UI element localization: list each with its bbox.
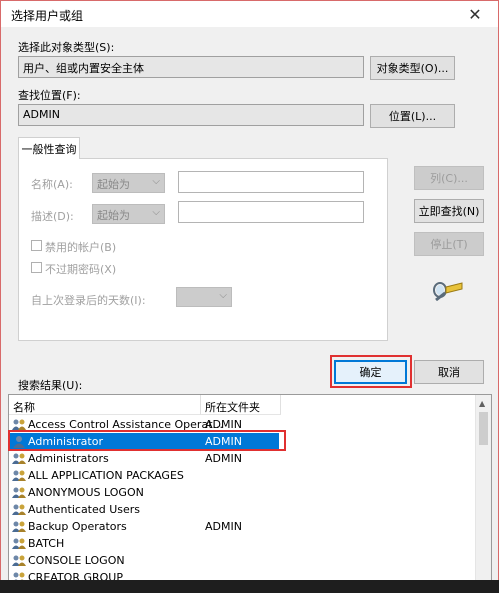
name-label: 名称(A): (31, 178, 73, 191)
name-match-value: 起始为 (97, 178, 130, 191)
disabled-accounts-checkbox[interactable] (31, 240, 42, 251)
select-users-or-groups-dialog: 选择用户或组 ✕ 选择此对象类型(S): 用户、组或内置安全主体 对象类型(O)… (0, 0, 499, 593)
table-row[interactable]: Administrators ADMIN (9, 450, 476, 467)
column-header-folder[interactable]: 所在文件夹 (201, 395, 281, 415)
find-now-button[interactable]: 立即查找(N) (414, 199, 484, 223)
group-icon (12, 538, 26, 549)
row-folder: ADMIN (205, 520, 242, 533)
chevron-down-icon: ⌵ (219, 290, 227, 301)
column-header-name[interactable]: 名称 (9, 395, 201, 415)
description-match-select[interactable]: 起始为 ⌵ (92, 204, 165, 224)
row-folder: ADMIN (205, 452, 242, 465)
scroll-up-icon[interactable]: ▲ (479, 399, 485, 408)
non-expiring-password-label: 不过期密码(X) (45, 263, 117, 276)
table-row[interactable]: BATCH (9, 535, 476, 552)
group-icon (12, 504, 26, 515)
scrollbar-thumb[interactable] (479, 412, 488, 445)
columns-button[interactable]: 列(C)... (414, 166, 484, 190)
search-magnifier-icon (433, 282, 463, 301)
table-row[interactable]: ALL APPLICATION PACKAGES (9, 467, 476, 484)
location-label: 查找位置(F): (18, 89, 81, 102)
title-bar: 选择用户或组 ✕ (1, 1, 498, 27)
description-label: 描述(D): (31, 210, 74, 223)
non-expiring-password-checkbox[interactable] (31, 262, 42, 273)
chevron-down-icon: ⌵ (152, 176, 160, 187)
cancel-button[interactable]: 取消 (414, 360, 484, 384)
table-row[interactable]: Backup Operators ADMIN (9, 518, 476, 535)
table-row[interactable]: CONSOLE LOGON (9, 552, 476, 569)
group-icon (12, 521, 26, 532)
days-since-logon-select[interactable]: ⌵ (176, 287, 232, 307)
row-name: Authenticated Users (28, 503, 141, 516)
group-icon (12, 470, 26, 481)
search-results-list[interactable]: 名称 所在文件夹 Access Control Assistance Opera… (8, 394, 492, 581)
row-name: Administrators (28, 452, 109, 465)
object-type-field: 用户、组或内置安全主体 (18, 56, 364, 78)
close-button[interactable]: ✕ (452, 1, 498, 27)
group-icon (12, 487, 26, 498)
stop-button[interactable]: 停止(T) (414, 232, 484, 256)
common-queries-panel: 名称(A): 起始为 ⌵ 描述(D): 起始为 ⌵ 禁用的帐户(B) 不过期密码… (18, 158, 388, 341)
name-input[interactable] (178, 171, 364, 193)
table-row[interactable]: ANONYMOUS LOGON (9, 484, 476, 501)
row-name: ANONYMOUS LOGON (28, 486, 144, 499)
chevron-down-icon: ⌵ (152, 207, 160, 218)
table-row[interactable]: Authenticated Users (9, 501, 476, 518)
row-name: ALL APPLICATION PACKAGES (28, 469, 184, 482)
close-icon: ✕ (468, 4, 482, 24)
row-name: CONSOLE LOGON (28, 554, 125, 567)
object-type-label: 选择此对象类型(S): (18, 41, 115, 54)
row-name: BATCH (28, 537, 65, 550)
group-icon (12, 453, 26, 464)
window-title: 选择用户或组 (11, 9, 84, 23)
selected-row-annotation (8, 430, 286, 451)
group-icon (12, 555, 26, 566)
location-field: ADMIN (18, 104, 364, 126)
tab-common-queries[interactable]: 一般性查询 (18, 137, 80, 159)
description-match-value: 起始为 (97, 209, 130, 222)
object-types-button[interactable]: 对象类型(O)... (370, 56, 455, 80)
description-input[interactable] (178, 201, 364, 223)
taskbar-strip (0, 580, 499, 593)
ok-button-annotation (330, 355, 412, 388)
results-scrollbar[interactable]: ▲ (475, 395, 491, 580)
row-name: Backup Operators (28, 520, 127, 533)
disabled-accounts-label: 禁用的帐户(B) (45, 241, 117, 254)
locations-button[interactable]: 位置(L)... (370, 104, 455, 128)
days-since-logon-label: 自上次登录后的天数(I): (31, 294, 146, 307)
search-results-label: 搜索结果(U): (18, 379, 83, 392)
name-match-select[interactable]: 起始为 ⌵ (92, 173, 165, 193)
